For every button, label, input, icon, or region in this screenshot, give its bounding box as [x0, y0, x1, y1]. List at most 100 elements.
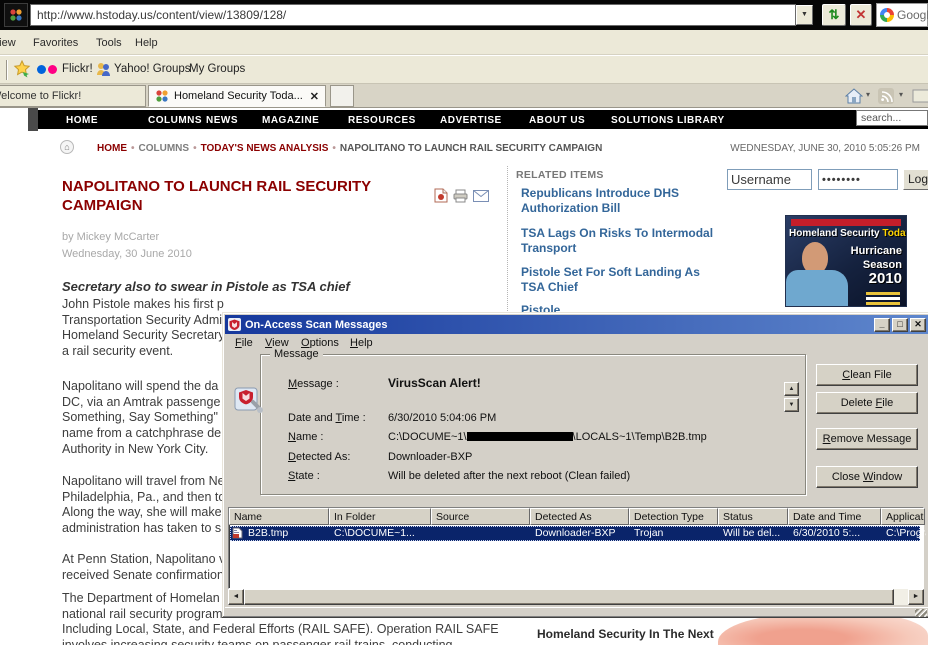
article-line: Philadelphia, Pa., and then to	[62, 490, 225, 506]
username-input[interactable]	[727, 169, 812, 190]
crumb-home[interactable]: HOME	[97, 143, 127, 154]
column-header-in-folder[interactable]: In Folder	[329, 508, 431, 525]
site-search-input[interactable]	[856, 110, 928, 126]
add-favorite-icon[interactable]	[13, 60, 31, 81]
resize-grip[interactable]	[915, 609, 927, 617]
article-line: At Penn Station, Napolitano v	[62, 552, 225, 568]
detection-row[interactable]: B2B.tmp C:\DOCUME~1... Downloader-BXP Tr…	[230, 526, 920, 541]
nav-item-columns[interactable]: COLUMNS	[148, 115, 202, 126]
message-scroll-down-button[interactable]: ▼	[784, 398, 799, 412]
tab-stub[interactable]	[330, 85, 354, 107]
remove-message-button[interactable]: Remove Message	[816, 428, 918, 450]
tab-close-icon[interactable]: ✕	[310, 90, 319, 103]
dialog-menu-file[interactable]: File	[235, 337, 253, 349]
google-search-box[interactable]: Google	[876, 3, 928, 27]
pdf-icon[interactable]	[434, 188, 448, 206]
scroll-left-button[interactable]: ◄	[228, 589, 244, 605]
related-item-partial[interactable]: Pistole	[521, 303, 721, 312]
related-item[interactable]: TSA Lags On Risks To Intermodal Transpor…	[521, 226, 721, 255]
rss-caret-icon[interactable]: ▾	[899, 90, 903, 99]
dialog-titlebar[interactable]: On-Access Scan Messages _ □ ✕	[225, 315, 928, 334]
nav-item-home[interactable]: HOME	[66, 115, 98, 126]
home-button[interactable]	[845, 88, 863, 107]
article-line: Homeland Security Secretary	[62, 328, 225, 344]
crumb-separator: •	[127, 143, 139, 154]
tab-bar: Welcome to Flickr! Homeland Security Tod…	[0, 84, 928, 108]
login-button[interactable]: Log	[903, 169, 928, 190]
field-value-state: Will be deleted after the next reboot (C…	[388, 470, 630, 482]
row-cell-date-and-time: 6/30/2010 5:...	[789, 526, 882, 541]
tab-homeland-security[interactable]: Homeland Security Toda... ✕	[148, 85, 326, 107]
page-button[interactable]	[912, 88, 928, 107]
stop-button[interactable]: ✕	[850, 4, 872, 26]
url-dropdown-button[interactable]: ▼	[796, 5, 813, 25]
url-input[interactable]	[30, 4, 796, 26]
minimize-button[interactable]: _	[874, 318, 890, 332]
link-my-groups[interactable]: My Groups	[189, 63, 245, 75]
joomla-favicon-icon	[155, 89, 169, 103]
nav-item-news[interactable]: NEWS	[206, 115, 238, 126]
address-bar-row: ▼ ⇅ ✕ Google	[0, 0, 928, 30]
article-byline: by Mickey McCarter	[62, 231, 159, 243]
field-value-detected-as: Downloader-BXP	[388, 451, 472, 463]
magazine-cover[interactable]: Homeland Security Today Hurricane Season…	[785, 215, 907, 307]
dialog-close-button[interactable]: ✕	[910, 318, 926, 332]
crumb-news-analysis[interactable]: TODAY'S NEWS ANALYSIS	[201, 143, 329, 154]
related-item[interactable]: Pistole Set For Soft Landing As TSA Chie…	[521, 265, 721, 294]
nav-item-resources[interactable]: RESOURCES	[348, 115, 416, 126]
column-header-detection-type[interactable]: Detection Type	[629, 508, 718, 525]
email-icon[interactable]	[473, 190, 489, 205]
menu-favorites[interactable]: Favorites	[33, 37, 78, 49]
nav-item-advertise[interactable]: ADVERTISE	[440, 115, 502, 126]
link-yahoo-groups[interactable]: Yahoo! Groups	[114, 63, 191, 75]
scrollbar-thumb[interactable]	[244, 589, 894, 605]
clean-file-button[interactable]: Clean File	[816, 364, 918, 386]
close-window-button[interactable]: Close Window	[816, 466, 918, 488]
tab-welcome-flickr[interactable]: Welcome to Flickr!	[0, 85, 146, 107]
scan-messages-dialog: On-Access Scan Messages _ □ ✕ File View …	[222, 312, 928, 618]
column-header-detected-as[interactable]: Detected As	[530, 508, 629, 525]
scroll-right-button[interactable]: ►	[908, 589, 924, 605]
dialog-menu-help[interactable]: Help	[350, 337, 373, 349]
breadcrumb-home-icon[interactable]: ⌂	[60, 140, 74, 154]
horizontal-scrollbar: ◄ ►	[228, 589, 924, 605]
link-flickr[interactable]: Flickr!	[62, 63, 93, 75]
message-scroll-up-button[interactable]: ▲	[784, 382, 799, 396]
article-line: Authority in New York City.	[62, 442, 221, 458]
nav-item-magazine[interactable]: MAGAZINE	[262, 115, 319, 126]
crumb-columns[interactable]: COLUMNS	[139, 143, 190, 154]
mcafee-icon	[228, 318, 241, 331]
nav-item-about-us[interactable]: ABOUT US	[529, 115, 585, 126]
next-article-heading[interactable]: Homeland Security In The Next	[537, 627, 714, 641]
article-line: a rail security event.	[62, 344, 225, 360]
detections-list: Name In Folder Source Detected As Detect…	[228, 507, 924, 589]
column-header-application[interactable]: Application	[881, 508, 925, 525]
print-icon[interactable]	[453, 189, 468, 206]
password-input[interactable]	[818, 169, 898, 190]
article-line: name from a catchphrase de	[62, 426, 221, 442]
rss-button[interactable]	[878, 88, 894, 107]
magazine-brand: Homeland Security Today	[789, 228, 907, 239]
column-header-source[interactable]: Source	[431, 508, 530, 525]
detected-file-icon	[232, 527, 243, 542]
joomla-icon	[9, 8, 23, 22]
crumb-current: NAPOLITANO TO LAUNCH RAIL SECURITY CAMPA…	[340, 143, 602, 154]
crumb-separator: •	[328, 143, 340, 154]
row-cell-source	[432, 526, 531, 541]
tab-label: Homeland Security Toda...	[174, 90, 310, 102]
related-item[interactable]: Republicans Introduce DHS Authorization …	[521, 186, 721, 215]
nav-item-solutions-library[interactable]: SOLUTIONS LIBRARY	[611, 115, 725, 126]
column-header-name[interactable]: Name	[229, 508, 329, 525]
column-header-date-and-time[interactable]: Date and Time	[788, 508, 881, 525]
menu-view[interactable]: View	[0, 37, 16, 49]
site-favicon-box	[4, 3, 28, 27]
maximize-button[interactable]: □	[892, 318, 908, 332]
menu-help[interactable]: Help	[135, 37, 158, 49]
article-date: Wednesday, 30 June 2010	[62, 248, 192, 260]
column-header-status[interactable]: Status	[718, 508, 788, 525]
home-caret-icon[interactable]: ▾	[866, 90, 870, 99]
menu-tools[interactable]: Tools	[96, 37, 122, 49]
magazine-figure-shirt	[786, 270, 848, 307]
refresh-button[interactable]: ⇅	[822, 4, 846, 26]
delete-file-button[interactable]: Delete File	[816, 392, 918, 414]
